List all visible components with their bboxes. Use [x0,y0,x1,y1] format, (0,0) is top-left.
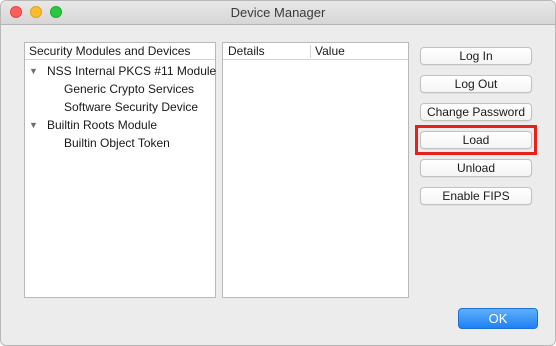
unload-button[interactable]: Unload [420,159,532,177]
tree-item-label: Builtin Object Token [64,136,170,150]
device-manager-window: Device Manager Security Modules and Devi… [0,0,556,346]
details-table[interactable]: Details Value [222,42,409,298]
tree-item-label: Software Security Device [64,100,199,114]
disclosure-triangle-icon[interactable]: ▼ [29,116,38,134]
disclosure-triangle-icon[interactable]: ▼ [29,62,38,80]
enable-fips-button[interactable]: Enable FIPS [420,187,532,205]
window-title: Device Manager [230,5,326,20]
tree-item-label: Generic Crypto Services [64,82,195,96]
ok-button[interactable]: OK [458,308,538,329]
security-modules-tree[interactable]: Security Modules and Devices ▼ NSS Inter… [24,42,216,298]
log-out-button[interactable]: Log Out [420,75,532,93]
column-header-details[interactable]: Details [228,43,265,59]
tree-item-label: Builtin Roots Module [47,118,158,132]
title-bar: Device Manager [1,1,555,25]
tree-header-label: Security Modules and Devices [29,44,191,58]
log-in-button[interactable]: Log In [420,47,532,65]
load-button-highlight [415,125,537,155]
details-table-header: Details Value [223,43,408,60]
tree-column-header[interactable]: Security Modules and Devices [25,43,215,60]
column-divider[interactable] [310,45,311,58]
tree-item-label: NSS Internal PKCS #11 Module [47,64,217,78]
change-password-button[interactable]: Change Password [420,103,532,121]
column-header-value[interactable]: Value [315,43,345,59]
